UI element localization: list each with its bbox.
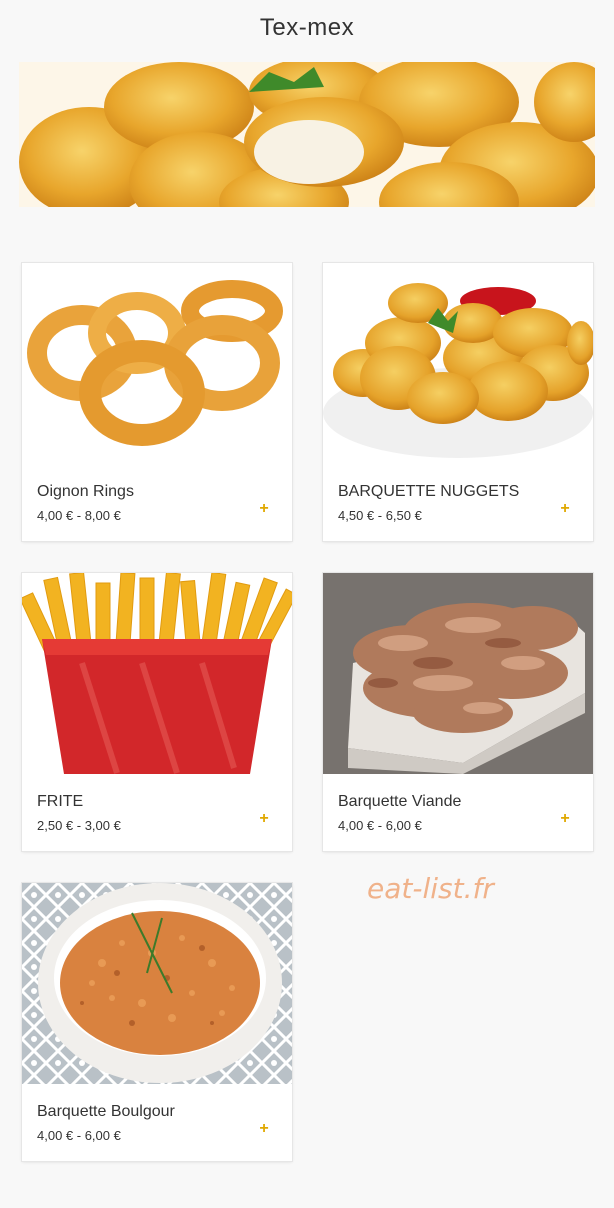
product-card-barquette-viande[interactable]: Barquette Viande 4,00 € - 6,00 € + [323, 573, 593, 851]
product-name: FRITE [37, 793, 84, 810]
menu-page: Tex-mex Oignon Rings 4,00 € - 8,00 € + B… [0, 0, 614, 1208]
product-card-barquette-boulgour[interactable]: Barquette Boulgour 4,00 € - 6,00 € + [22, 883, 292, 1161]
product-price: 4,00 € - 6,00 € [338, 818, 422, 833]
add-to-cart-button[interactable]: + [557, 501, 573, 517]
product-price: 4,00 € - 8,00 € [37, 508, 121, 523]
fries-image [22, 573, 292, 774]
add-to-cart-button[interactable]: + [256, 501, 272, 517]
meat-tray-image [323, 573, 593, 774]
product-card-frite[interactable]: FRITE 2,50 € - 3,00 € + [22, 573, 292, 851]
product-name: Barquette Viande [338, 793, 462, 810]
product-price: 4,00 € - 6,00 € [37, 1128, 121, 1143]
add-to-cart-button[interactable]: + [557, 811, 573, 827]
add-to-cart-button[interactable]: + [256, 811, 272, 827]
product-card-barquette-nuggets[interactable]: BARQUETTE NUGGETS 4,50 € - 6,50 € + [323, 263, 593, 541]
add-to-cart-button[interactable]: + [256, 1121, 272, 1137]
onion-rings-image [22, 263, 292, 464]
product-name: Oignon Rings [37, 483, 134, 500]
bulgur-bowl-image [22, 883, 292, 1084]
hero-banner-image [19, 62, 595, 207]
product-name: Barquette Boulgour [37, 1103, 175, 1120]
watermark-text: eat-list.fr [367, 872, 494, 905]
product-name: BARQUETTE NUGGETS [338, 483, 520, 500]
product-price: 2,50 € - 3,00 € [37, 818, 121, 833]
product-card-oignon-rings[interactable]: Oignon Rings 4,00 € - 8,00 € + [22, 263, 292, 541]
product-price: 4,50 € - 6,50 € [338, 508, 422, 523]
page-title: Tex-mex [259, 14, 355, 41]
nuggets-image [323, 263, 593, 464]
